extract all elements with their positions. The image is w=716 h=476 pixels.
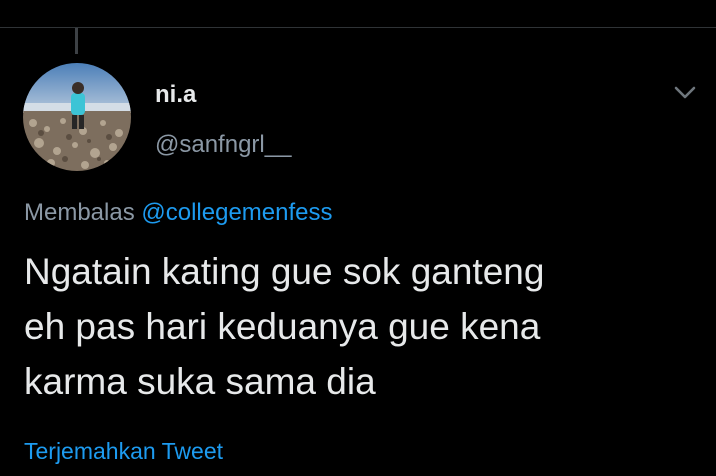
avatar-photo: [23, 63, 131, 171]
tweet-text-line: eh pas hari keduanya gue kena: [24, 306, 541, 347]
top-divider: [0, 27, 716, 28]
reply-mention-link[interactable]: @collegemenfess: [141, 199, 332, 226]
reply-context: Membalas @collegemenfess: [24, 197, 333, 229]
translate-tweet-link[interactable]: Terjemahkan Tweet: [24, 436, 223, 466]
tweet-text-line: Ngatain kating gue sok ganteng: [24, 251, 545, 292]
tweet-text-line: karma suka sama dia: [24, 361, 376, 402]
reply-prefix: Membalas: [24, 199, 135, 226]
tweet-text: Ngatain kating gue sok ganteng eh pas ha…: [24, 244, 684, 409]
avatar[interactable]: [23, 63, 131, 171]
thread-connector-line: [75, 28, 78, 54]
author-handle[interactable]: @sanfngrl__: [155, 130, 291, 160]
chevron-down-icon[interactable]: [672, 82, 698, 102]
author-display-name[interactable]: ni.a: [155, 80, 196, 110]
